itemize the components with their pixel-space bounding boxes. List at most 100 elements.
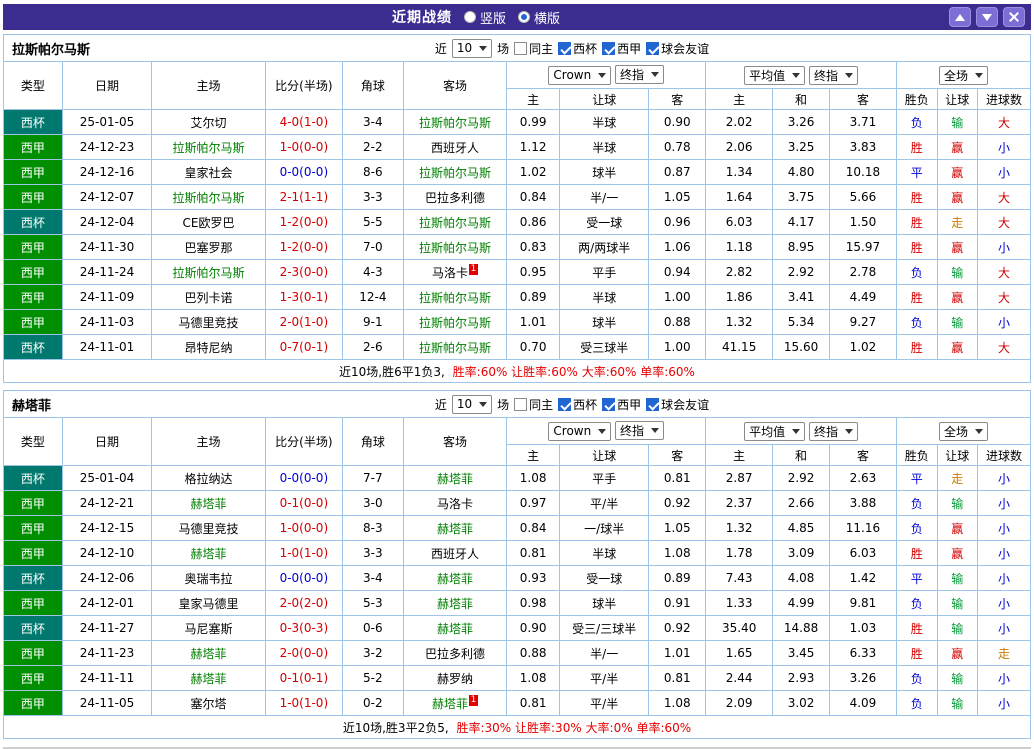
match-count-select[interactable]: 10 [451,394,493,414]
cell-type: 西甲 [3,540,63,566]
cell-avg-away: 4.09 [828,690,897,716]
cell-type: 西甲 [3,184,63,210]
average-value: 平均值 [749,68,786,83]
cell-date: 24-12-23 [61,134,153,160]
cell-type: 西杯 [3,565,63,591]
chevron-down-icon [844,428,853,434]
col-score: 比分(半场) [264,417,343,466]
cell-away-team: 拉斯帕尔马斯 [402,334,508,360]
average-select[interactable]: 平均值 [744,421,806,441]
vertical-layout-label: 竖版 [479,11,506,27]
friendly-label: 球会友谊 [661,41,710,56]
cell-avg-draw: 4.80 [772,159,830,185]
cell-type: 西甲 [3,490,63,516]
cell-type: 西甲 [3,159,63,185]
cell-corner: 3-2 [341,640,404,666]
cell-odds-away: 1.00 [648,284,707,310]
cell-goals-result: 大 [977,284,1031,310]
league-checkbox[interactable]: 西甲 [602,40,641,57]
match-row: 西杯 24-11-01 昂特尼纳 0-7(0-1) 2-6 拉斯帕尔马斯 0.70 受三球半 1… [3,334,1031,360]
move-down-button[interactable] [976,7,998,27]
friendly-checkbox[interactable]: 球会友谊 [646,40,709,57]
cell-avg-away: 2.63 [828,465,897,491]
chevron-down-icon [651,72,660,78]
cell-odds-handicap: 球半 [559,159,650,185]
checkbox-checked-icon [646,41,660,55]
summary-record: 近10场,胜6平1负3, [339,364,445,379]
match-count-select[interactable]: 10 [451,38,493,58]
friendly-checkbox[interactable]: 球会友谊 [646,396,709,413]
cup-checkbox[interactable]: 西杯 [558,396,597,413]
cell-goals-result: 大 [977,109,1031,135]
cell-odds-away: 0.88 [648,309,707,335]
down-arrow-icon [982,13,992,21]
cell-avg-home: 2.02 [705,109,774,135]
cell-odds-away: 0.91 [648,590,707,616]
match-row: 西甲 24-12-01 皇家马德里 2-0(2-0) 5-3 赫塔菲 0.98 球半 0.91 1… [3,590,1031,616]
cell-odds-home: 1.08 [506,665,561,691]
cell-odds-home: 0.83 [506,234,561,260]
cell-result: 负 [895,309,938,335]
odds-stage-value: 终指 [620,68,645,83]
cell-corner: 4-3 [341,259,404,285]
cell-odds-home: 1.12 [506,134,561,160]
radio-unchecked-icon [463,11,476,23]
odds-stage-select[interactable]: 终指 [615,421,665,441]
close-button[interactable] [1003,7,1025,27]
cell-date: 24-12-01 [61,590,153,616]
odds-stage-select[interactable]: 终指 [615,65,665,85]
cell-result: 胜 [895,640,938,666]
avg-stage-select[interactable]: 终指 [808,65,858,85]
up-arrow-icon [955,13,965,21]
cell-score: 1-2(0-0) [264,234,343,260]
same-home-checkbox[interactable]: 同主 [514,396,553,413]
vertical-layout-radio[interactable]: 竖版 [463,8,506,27]
cell-avg-draw: 2.92 [772,465,830,491]
cell-odds-away: 1.00 [648,334,707,360]
checkbox-checked-icon [558,397,572,411]
horizontal-layout-radio[interactable]: 横版 [518,8,560,27]
cell-goals-result: 小 [977,234,1031,260]
cell-home-team: 拉斯帕尔马斯 [151,259,266,285]
cell-avg-draw: 3.09 [772,540,830,566]
chevron-down-icon [792,72,801,78]
team-name: 赫塔菲 [12,398,52,414]
cell-avg-away: 3.26 [828,665,897,691]
cell-home-team: 赫塔菲 [151,640,266,666]
col-avg-home: 主 [705,88,774,110]
scope-select[interactable]: 全场 [938,65,988,85]
cell-type: 西甲 [3,515,63,541]
cell-odds-handicap: 半球 [559,540,650,566]
bookmaker-select[interactable]: Crown [548,65,612,85]
match-row: 西甲 24-11-23 赫塔菲 2-0(0-0) 3-2 巴拉多利德 0.88 半/一 1.01… [3,640,1031,666]
cell-away-team: 赫塔菲 [402,590,508,616]
match-row: 西甲 24-11-03 马德里竞技 2-0(1-0) 9-1 拉斯帕尔马斯 1.01 球半 0.… [3,309,1031,335]
cell-odds-home: 0.97 [506,490,561,516]
average-select[interactable]: 平均值 [744,65,806,85]
cell-away-team: 拉斯帕尔马斯 [402,309,508,335]
bookmaker-select[interactable]: Crown [548,421,612,441]
cell-avg-draw: 5.34 [772,309,830,335]
scope-select[interactable]: 全场 [938,421,988,441]
cell-away-team: 巴拉多利德 [402,640,508,666]
summary-rates: 胜率:30% 让胜率:30% 大率:0% 单率:60% [456,720,692,735]
avg-stage-select[interactable]: 终指 [808,421,858,441]
league-checkbox[interactable]: 西甲 [602,396,641,413]
cell-corner: 5-2 [341,665,404,691]
cell-handicap-result: 赢 [936,134,979,160]
cell-handicap-result: 赢 [936,184,979,210]
cell-date: 24-11-05 [61,690,153,716]
cell-avg-home: 2.06 [705,134,774,160]
cell-avg-home: 2.37 [705,490,774,516]
cell-date: 24-11-23 [61,640,153,666]
cell-score: 1-0(1-0) [264,690,343,716]
col-corner: 角球 [341,417,404,466]
move-up-button[interactable] [949,7,971,27]
same-home-checkbox[interactable]: 同主 [514,40,553,57]
cell-goals-result: 小 [977,515,1031,541]
cup-checkbox[interactable]: 西杯 [558,40,597,57]
cell-away-team: 西班牙人 [402,134,508,160]
cell-odds-home: 0.89 [506,284,561,310]
cell-date: 24-11-27 [61,615,153,641]
cell-result: 胜 [895,184,938,210]
